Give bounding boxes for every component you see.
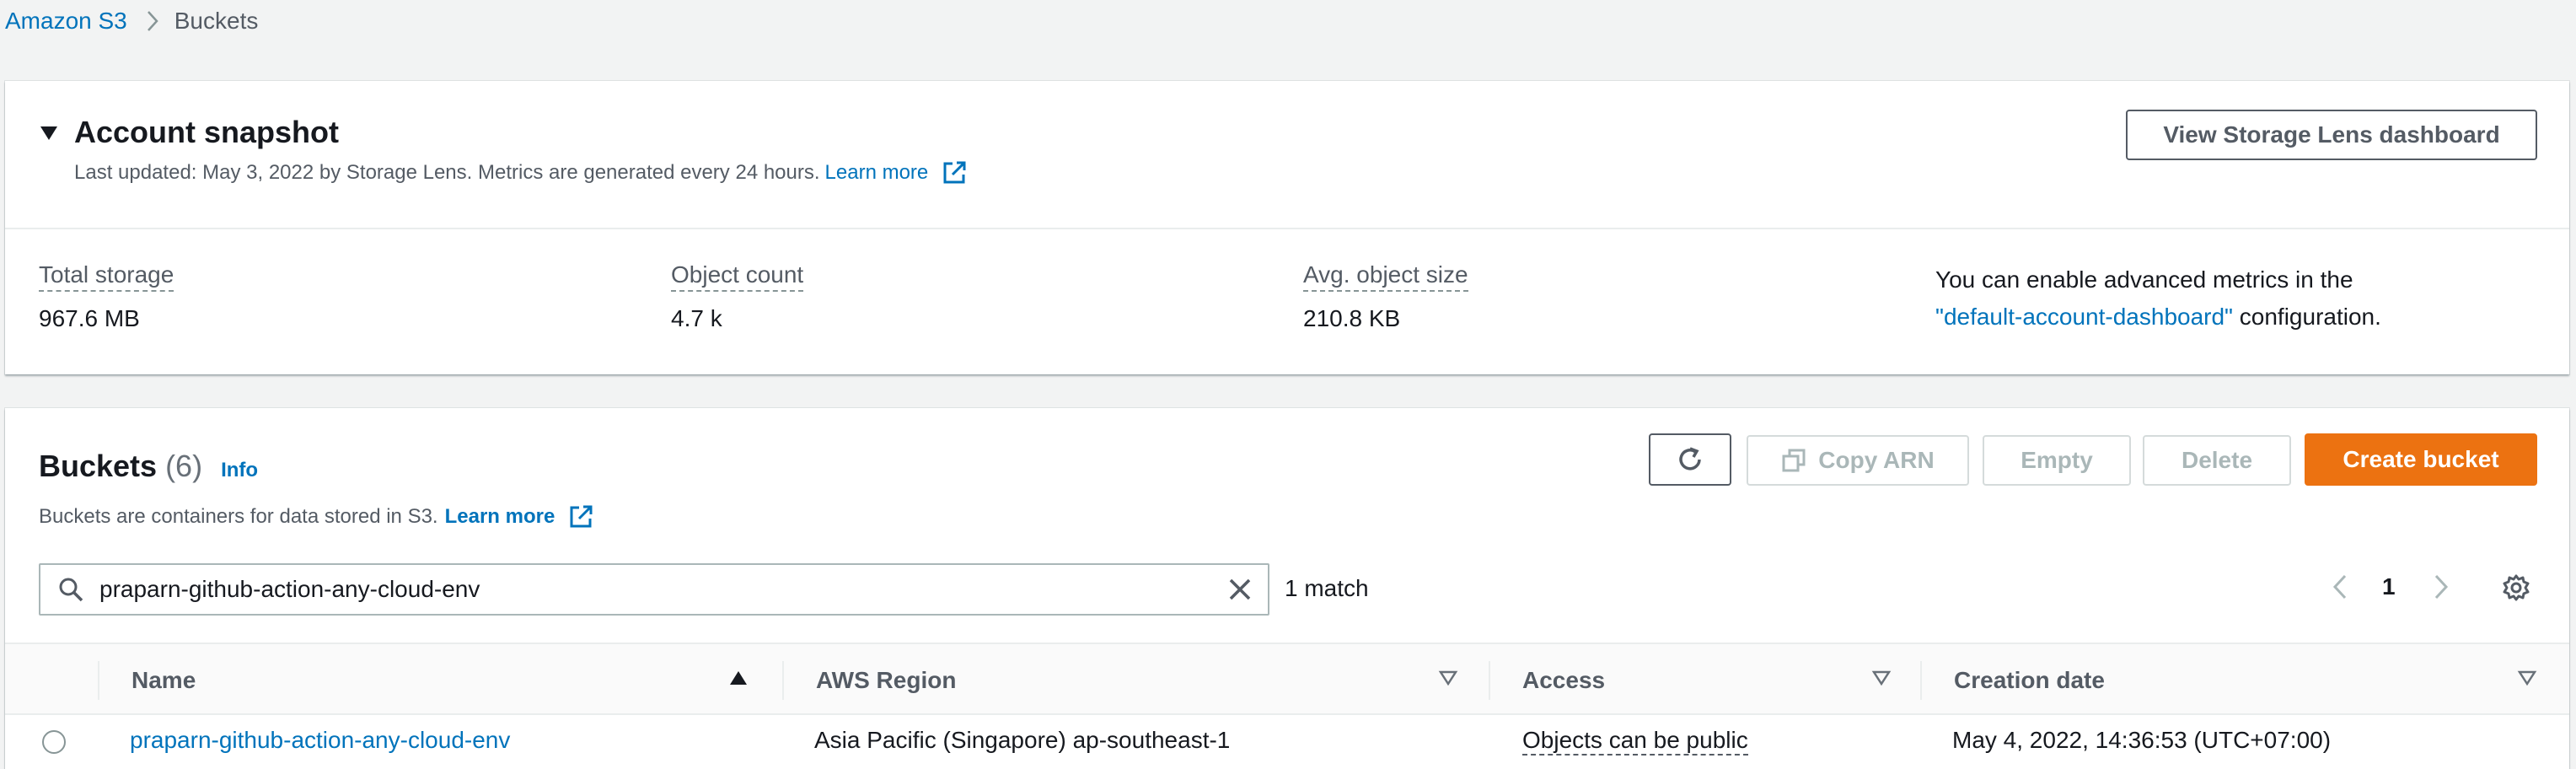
account-snapshot-panel: Account snapshot Last updated: May 3, 20… — [5, 81, 2569, 374]
advanced-metrics-suffix: configuration. — [2233, 304, 2381, 330]
buckets-panel: Buckets (6) Info Buckets are containers … — [5, 408, 2569, 769]
table-header: Name AWS Region Access Creation date — [5, 643, 2569, 715]
column-header-name[interactable]: Name — [131, 644, 196, 717]
sort-icon[interactable] — [2517, 670, 2537, 686]
metric-label[interactable]: Avg. object size — [1303, 261, 1468, 292]
close-icon[interactable] — [1227, 577, 1253, 602]
chevron-left-icon[interactable] — [2332, 573, 2348, 600]
breadcrumb-amazon-s3-link[interactable]: Amazon S3 — [5, 8, 127, 35]
info-link[interactable]: Info — [221, 459, 258, 482]
column-divider — [1920, 661, 1922, 700]
table-row[interactable]: praparn-github-action-any-cloud-env Asia… — [5, 715, 2569, 769]
column-divider — [782, 661, 784, 700]
match-count: 1 match — [1285, 575, 1369, 601]
buckets-header: Buckets (6) Info — [39, 449, 258, 484]
buckets-count: (6) — [165, 449, 203, 483]
column-divider — [98, 661, 99, 700]
metric-object-count: Object count 4.7 k — [671, 261, 804, 332]
page-number[interactable]: 1 — [2382, 573, 2396, 600]
delete-button[interactable]: Delete — [2143, 435, 2291, 486]
refresh-icon — [1675, 444, 1705, 475]
metric-label[interactable]: Total storage — [39, 261, 174, 292]
copy-arn-button[interactable]: Copy ARN — [1747, 435, 1969, 486]
refresh-button[interactable] — [1649, 433, 1731, 486]
buckets-title: Buckets — [39, 449, 158, 483]
advanced-metrics-note: You can enable advanced metrics in the "… — [1935, 261, 2381, 336]
empty-button[interactable]: Empty — [1983, 435, 2131, 486]
caret-down-icon[interactable] — [39, 125, 59, 146]
bucket-creation-date: May 4, 2022, 14:36:53 (UTC+07:00) — [1952, 727, 2332, 753]
snapshot-subtitle-text: Last updated: May 3, 2022 by Storage Len… — [74, 161, 820, 184]
buckets-description: Buckets are containers for data stored i… — [39, 504, 593, 530]
snapshot-header: Account snapshot Last updated: May 3, 20… — [5, 81, 2569, 229]
metric-value: 967.6 MB — [39, 305, 140, 331]
chevron-right-icon — [146, 9, 159, 33]
view-storage-lens-dashboard-button[interactable]: View Storage Lens dashboard — [2126, 110, 2537, 160]
buckets-description-text: Buckets are containers for data stored i… — [39, 505, 438, 528]
metric-value: 210.8 KB — [1303, 305, 1401, 331]
advanced-metrics-prefix: You can enable advanced metrics in the — [1935, 266, 2353, 293]
bucket-region: Asia Pacific (Singapore) ap-southeast-1 — [814, 727, 1231, 753]
metric-label[interactable]: Object count — [671, 261, 804, 292]
breadcrumb-current: Buckets — [174, 8, 259, 34]
row-select-radio[interactable] — [42, 730, 66, 754]
copy-arn-label: Copy ARN — [1818, 447, 1935, 473]
external-link-icon[interactable] — [942, 160, 967, 186]
bucket-access[interactable]: Objects can be public — [1522, 727, 1748, 756]
search-input[interactable] — [99, 576, 1227, 603]
search-box[interactable] — [39, 563, 1269, 616]
column-header-access[interactable]: Access — [1522, 644, 1605, 717]
snapshot-title[interactable]: Account snapshot — [74, 115, 339, 150]
search-icon — [57, 576, 84, 603]
sort-ascending-icon[interactable] — [728, 670, 749, 686]
gear-icon[interactable] — [2502, 573, 2530, 602]
buckets-learn-more-link[interactable]: Learn more — [445, 505, 555, 529]
snapshot-learn-more-link[interactable]: Learn more — [825, 161, 929, 185]
chevron-right-icon[interactable] — [2433, 573, 2450, 600]
sort-icon[interactable] — [1438, 670, 1458, 686]
breadcrumb: Amazon S3 Buckets — [5, 0, 258, 42]
snapshot-subtitle: Last updated: May 3, 2022 by Storage Len… — [74, 160, 967, 186]
create-bucket-button[interactable]: Create bucket — [2305, 433, 2537, 486]
metric-value: 4.7 k — [671, 305, 722, 331]
metric-avg-object-size: Avg. object size 210.8 KB — [1303, 261, 1468, 332]
metric-total-storage: Total storage 967.6 MB — [39, 261, 174, 332]
column-header-aws-region[interactable]: AWS Region — [816, 644, 956, 717]
bucket-name-link[interactable]: praparn-github-action-any-cloud-env — [130, 727, 510, 754]
column-header-creation-date[interactable]: Creation date — [1954, 644, 2105, 717]
sort-icon[interactable] — [1871, 670, 1892, 686]
default-account-dashboard-link[interactable]: "default-account-dashboard" — [1935, 304, 2233, 330]
copy-icon — [1781, 448, 1806, 473]
column-divider — [1489, 661, 1490, 700]
external-link-icon[interactable] — [568, 504, 593, 530]
